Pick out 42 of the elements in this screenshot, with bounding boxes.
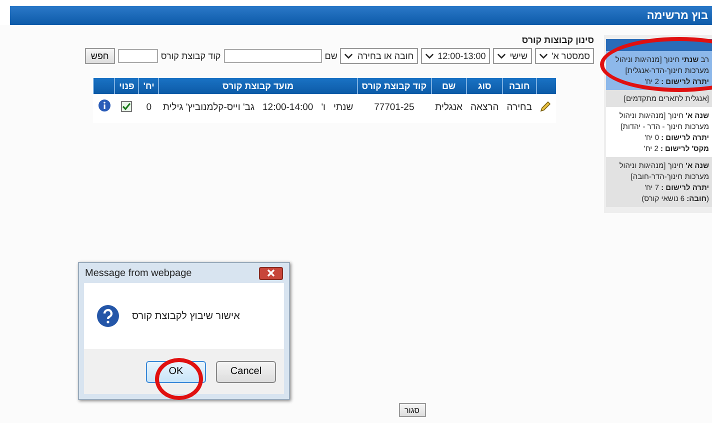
chevron-down-icon	[344, 53, 354, 59]
column-header: סוג	[466, 78, 503, 94]
search-button[interactable]: חפש	[84, 48, 115, 64]
dropdown[interactable]: חובה או בחירה	[340, 48, 418, 64]
name-label: שם	[324, 51, 338, 61]
table-cell: שנתי	[330, 94, 358, 123]
dropdown[interactable]: 12:00-13:00	[420, 48, 490, 64]
pencil-icon[interactable]	[540, 100, 552, 112]
dropdown[interactable]: שישי	[492, 48, 532, 64]
chevron-down-icon	[496, 53, 506, 59]
column-header: חובה	[502, 78, 536, 94]
filter-title: סינון קבוצות קורס	[520, 35, 594, 45]
column-header: פנוי	[114, 78, 139, 94]
column-header: שם	[431, 78, 467, 94]
dialog-title: Message from webpage	[85, 268, 192, 278]
dropdown[interactable]: סמסטר א'	[534, 48, 594, 64]
column-header: מועד קבוצת קורס	[158, 78, 358, 94]
table-cell: בחירה	[502, 94, 536, 123]
column-header: יח'	[138, 78, 159, 94]
page-title: בוץ מרשימה	[646, 10, 708, 22]
table-cell: 12:00-14:00	[258, 94, 318, 123]
table-cell: 0	[138, 94, 159, 123]
chevron-down-icon	[538, 53, 548, 59]
info-icon[interactable]	[98, 99, 111, 112]
table-cell: הרצאה	[466, 94, 503, 123]
dialog-message: אישור שיבוץ לקבוצת קורס	[132, 310, 240, 322]
table-cell: גב' וייס-קלמנוביץ' גילית	[158, 94, 258, 123]
close-icon	[267, 269, 275, 277]
table-cell: אנגלית	[431, 94, 467, 123]
close-button[interactable]: סגור	[398, 403, 426, 417]
code-label: קוד קבוצת קורס	[160, 51, 221, 61]
checkbox[interactable]	[121, 100, 132, 112]
annotation-circle	[155, 358, 203, 400]
table-cell: ו'	[317, 94, 330, 123]
chevron-down-icon	[424, 53, 434, 59]
column-header: קוד קבוצת קורס	[357, 78, 432, 94]
close-button[interactable]	[259, 266, 283, 280]
name-input[interactable]	[224, 49, 322, 63]
code-input[interactable]	[118, 49, 158, 63]
table-cell: 77701-25	[357, 94, 432, 123]
dialog-button[interactable]: Cancel	[216, 360, 276, 382]
question-icon	[96, 304, 120, 328]
